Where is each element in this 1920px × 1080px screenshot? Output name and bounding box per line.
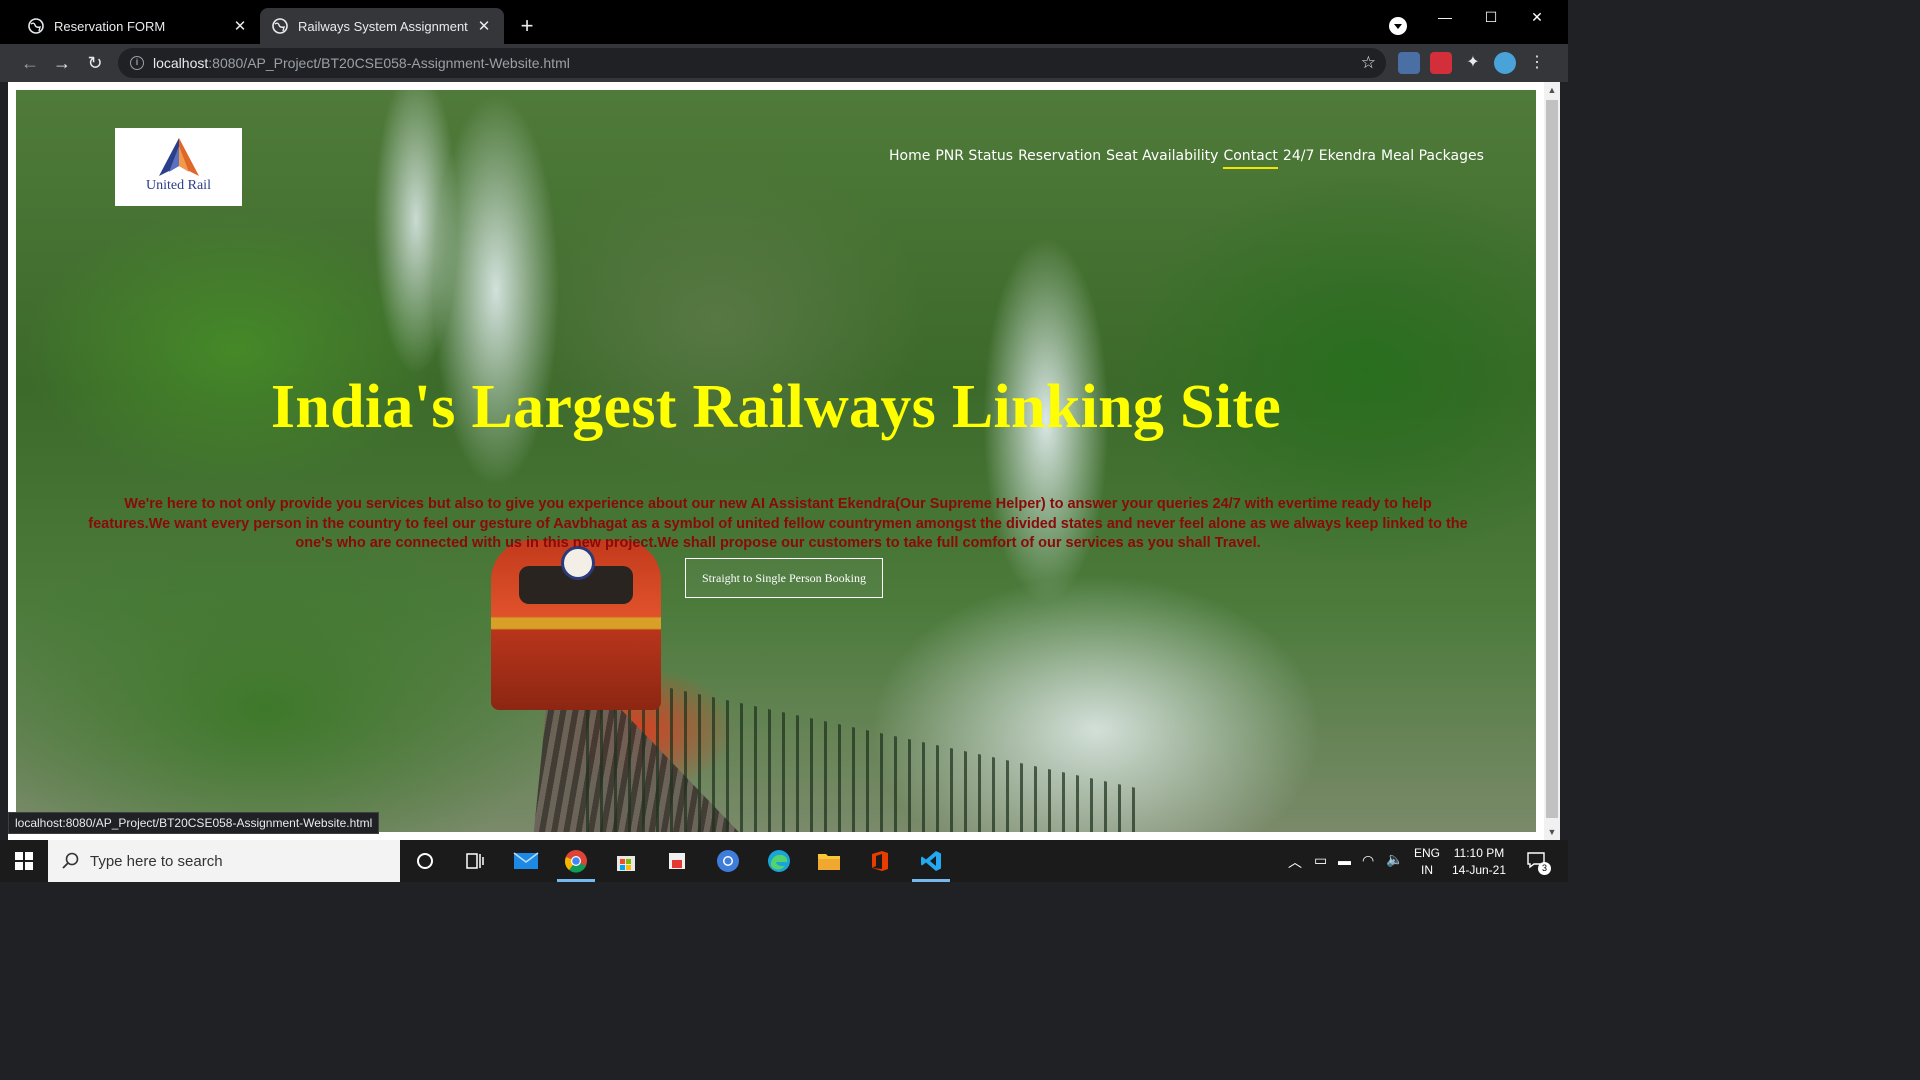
- notification-count-badge: 3: [1538, 862, 1551, 875]
- nav-ekendra[interactable]: 24/7 Ekendra: [1283, 148, 1376, 169]
- scroll-up-icon[interactable]: ▲: [1544, 82, 1560, 98]
- clock-time: 11:10 PM: [1453, 846, 1505, 860]
- nav-meal-packages[interactable]: Meal Packages: [1381, 148, 1484, 169]
- file-explorer-icon[interactable]: [814, 846, 844, 876]
- notifications-icon[interactable]: 3: [1524, 850, 1551, 875]
- page-headline: India's Largest Railways Linking Site: [270, 373, 1282, 441]
- close-window-icon[interactable]: ✕: [1514, 4, 1560, 30]
- search-placeholder: Type here to search: [90, 852, 223, 870]
- nav-home[interactable]: Home: [889, 148, 930, 169]
- wifi-icon[interactable]: ◠: [1362, 852, 1374, 869]
- clock[interactable]: 11:10 PM 14-Jun-21: [1448, 845, 1510, 879]
- show-hidden-icons-chevron-icon[interactable]: ︿: [1288, 852, 1302, 872]
- start-button[interactable]: [0, 840, 48, 882]
- browser-toolbar: ← → ↻ i localhost:8080/AP_Project/BT20CS…: [0, 44, 1568, 82]
- fence-image: [586, 670, 1146, 832]
- language-code: ENG: [1413, 846, 1440, 860]
- mail-icon[interactable]: [511, 846, 541, 876]
- tab-title: Reservation FORM: [54, 18, 166, 34]
- united-rail-logo[interactable]: United Rail: [115, 128, 242, 206]
- nav-seat-availability[interactable]: Seat Availability: [1106, 148, 1218, 169]
- edge-icon[interactable]: [764, 846, 794, 876]
- site-info-icon[interactable]: i: [130, 56, 144, 70]
- tab-title: Railways System Assignment: [298, 18, 468, 34]
- maximize-icon[interactable]: ☐: [1468, 4, 1514, 30]
- tab-search-icon[interactable]: [1389, 17, 1407, 35]
- chrome-icon[interactable]: [561, 846, 591, 876]
- globe-icon: [28, 18, 44, 34]
- hero-section: United Rail Home PNR Status Reservation …: [16, 90, 1536, 832]
- volume-icon[interactable]: 🔈: [1386, 851, 1403, 868]
- battery-icon[interactable]: ▬: [1338, 853, 1351, 868]
- forward-icon[interactable]: →: [49, 50, 75, 76]
- logo-text: United Rail: [146, 178, 211, 193]
- back-icon[interactable]: ←: [17, 50, 43, 76]
- search-icon: [62, 852, 79, 869]
- close-tab-icon[interactable]: ✕: [476, 18, 492, 35]
- minimize-icon[interactable]: —: [1422, 4, 1468, 30]
- close-tab-icon[interactable]: ✕: [232, 18, 248, 35]
- region-code: IN: [1421, 863, 1433, 877]
- extension-reader-icon[interactable]: [1398, 52, 1420, 74]
- nav-reservation[interactable]: Reservation: [1018, 148, 1101, 169]
- scroll-down-icon[interactable]: ▼: [1544, 824, 1560, 840]
- nav-pnr-status[interactable]: PNR Status: [935, 148, 1013, 169]
- tab-strip: Reservation FORM ✕ Railways System Assig…: [0, 0, 1568, 44]
- page-viewport: United Rail Home PNR Status Reservation …: [8, 82, 1560, 840]
- logo-mark-icon: [159, 138, 199, 176]
- meet-now-icon[interactable]: ▭: [1314, 852, 1327, 869]
- tab-reservation-form[interactable]: Reservation FORM ✕: [16, 8, 260, 44]
- profile-avatar[interactable]: [1494, 52, 1516, 74]
- bookmark-star-icon[interactable]: ☆: [1361, 53, 1376, 73]
- url-path: :8080/AP_Project/BT20CSE058-Assignment-W…: [208, 55, 570, 71]
- store-icon[interactable]: [611, 846, 641, 876]
- nav-contact[interactable]: Contact: [1223, 148, 1278, 169]
- url-host: localhost: [153, 55, 209, 71]
- new-tab-button[interactable]: +: [514, 14, 540, 40]
- extensions-puzzle-icon[interactable]: ✦: [1462, 52, 1484, 74]
- windows-logo-icon: [15, 852, 33, 870]
- globe-icon: [272, 18, 288, 34]
- link-status-bubble: localhost:8080/AP_Project/BT20CSE058-Ass…: [8, 812, 380, 834]
- cortana-icon[interactable]: [410, 846, 440, 876]
- vscode-active-indicator: [912, 879, 950, 882]
- menu-kebab-icon[interactable]: ⋮: [1526, 52, 1548, 74]
- main-nav: Home PNR Status Reservation Seat Availab…: [889, 148, 1484, 169]
- office-icon[interactable]: [865, 846, 895, 876]
- clock-date: 14-Jun-21: [1451, 863, 1507, 877]
- page-scrollbar[interactable]: ▲ ▼: [1544, 82, 1560, 840]
- chromium-icon[interactable]: [713, 846, 743, 876]
- language-indicator[interactable]: ENG IN: [1412, 845, 1442, 879]
- app-icon-generic[interactable]: [662, 846, 692, 876]
- address-bar[interactable]: i localhost:8080/AP_Project/BT20CSE058-A…: [118, 48, 1386, 78]
- windows-taskbar: Type here to search ︿ ▭ ▬ ◠ 🔈 ENG IN 11:…: [0, 840, 1568, 882]
- intro-description: We're here to not only provide you servi…: [88, 496, 1468, 551]
- single-person-booking-button[interactable]: Straight to Single Person Booking: [685, 558, 883, 598]
- train-image: [491, 540, 661, 710]
- chrome-active-indicator: [557, 879, 595, 882]
- task-view-icon[interactable]: [460, 846, 490, 876]
- reload-icon[interactable]: ↻: [82, 50, 108, 76]
- extension-pocket-icon[interactable]: [1430, 52, 1452, 74]
- scrollbar-thumb[interactable]: [1546, 100, 1558, 818]
- taskbar-search-box[interactable]: Type here to search: [48, 840, 400, 882]
- vscode-icon[interactable]: [916, 846, 946, 876]
- tab-railways-system-assignment[interactable]: Railways System Assignment ✕: [260, 8, 504, 44]
